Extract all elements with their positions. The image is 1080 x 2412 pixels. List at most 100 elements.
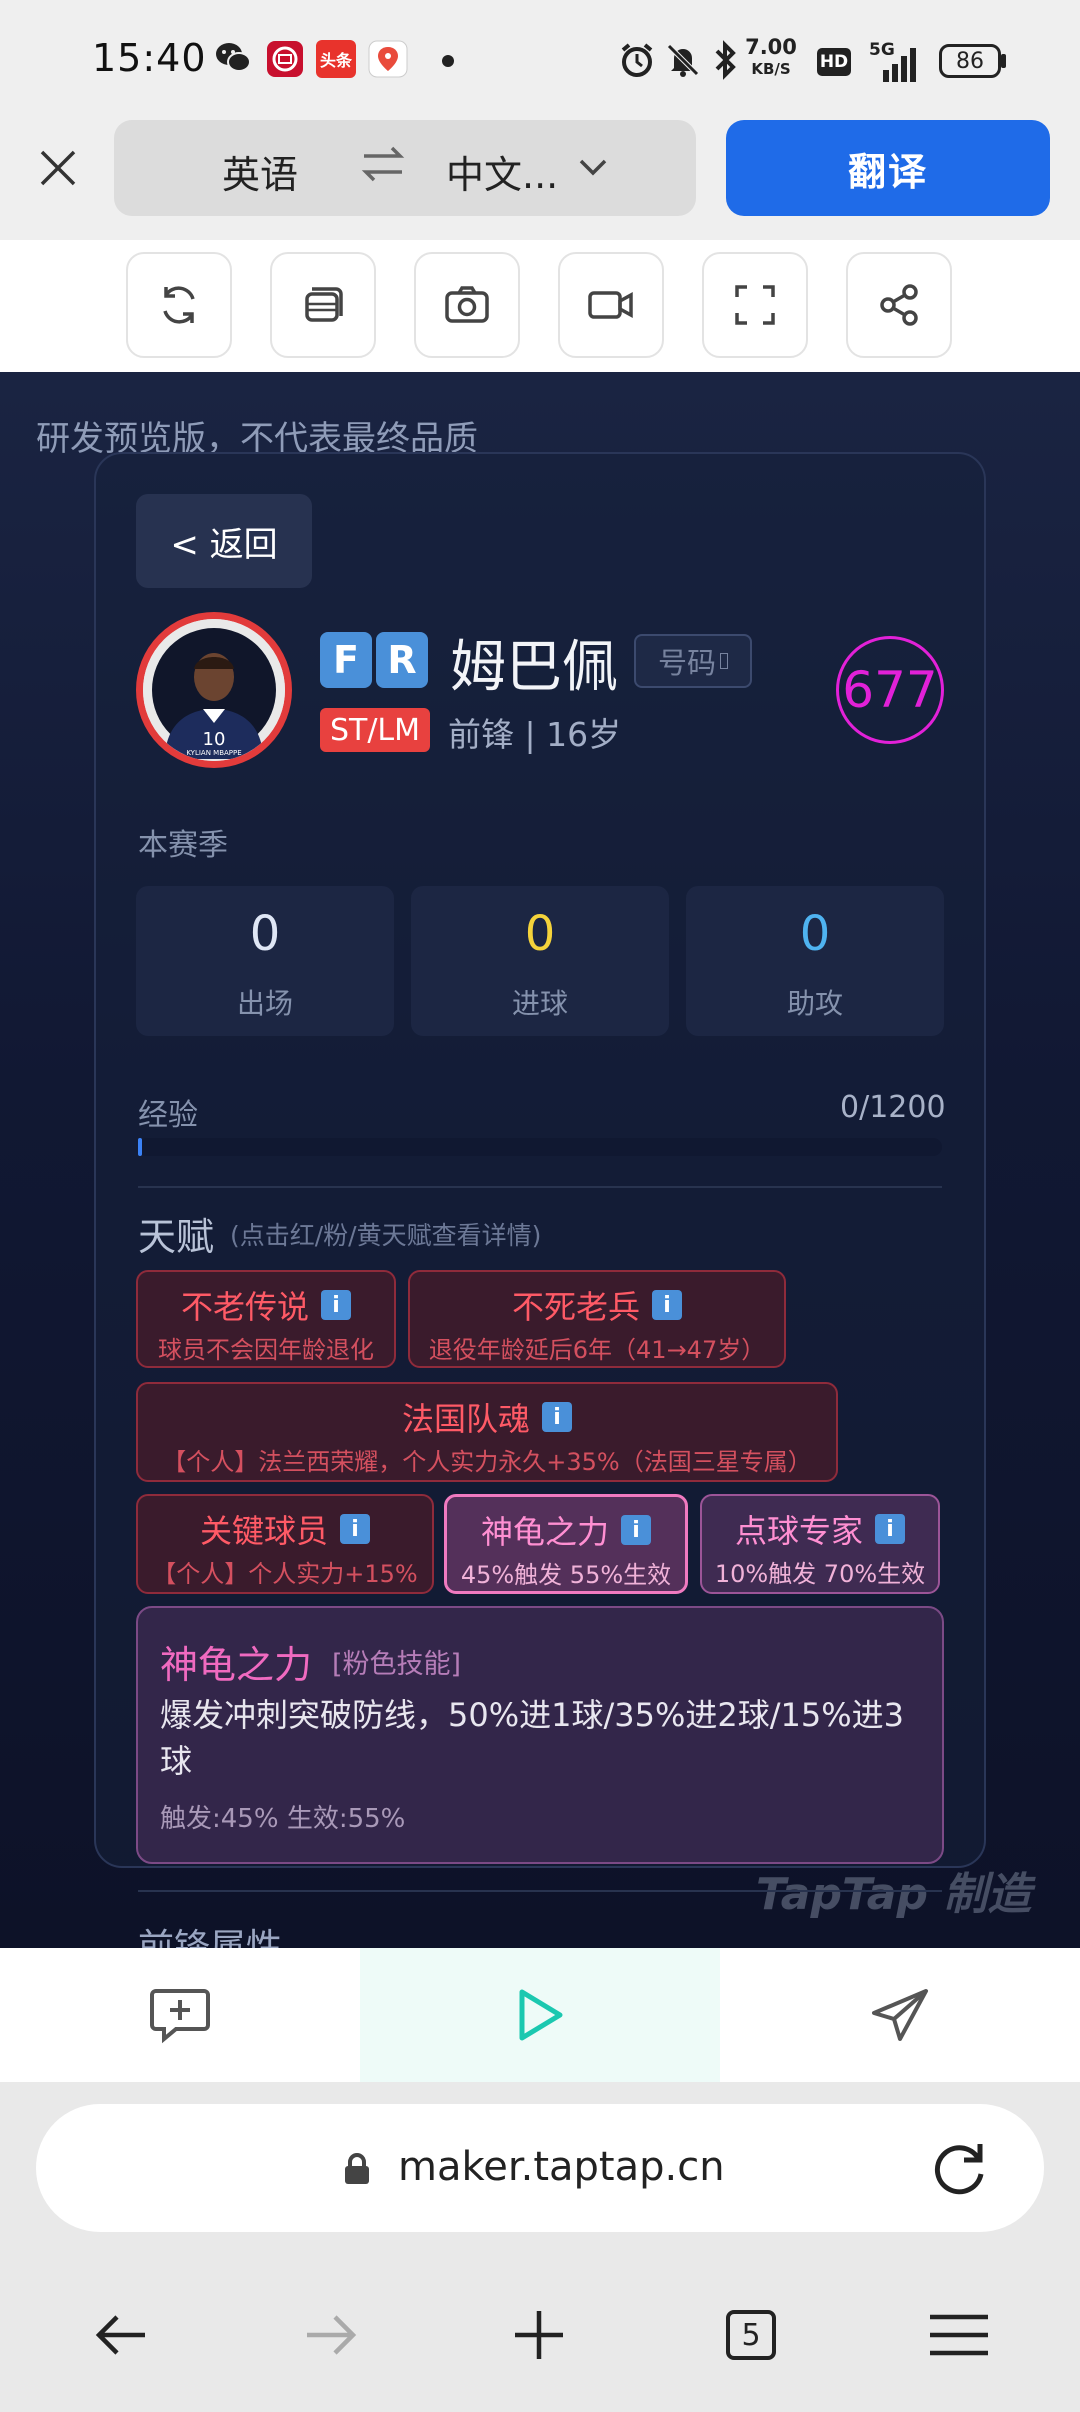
stat-value: 0 xyxy=(249,906,281,962)
talent-name-row: 神龟之力 i xyxy=(447,1507,685,1553)
talent-name-row: 点球专家 i xyxy=(702,1506,938,1552)
experience-value: 0/1200 xyxy=(840,1090,946,1125)
svg-text:KYLIAN MBAPPE: KYLIAN MBAPPE xyxy=(186,749,241,757)
talent-desc: 【个人】个人实力+15% xyxy=(152,1560,418,1588)
info-icon[interactable]: i xyxy=(621,1515,651,1545)
swap-icon[interactable] xyxy=(358,142,408,186)
jersey-number-tag[interactable]: 号码 xyxy=(634,634,752,688)
tab-count: 5 xyxy=(726,2310,776,2360)
signal-icon xyxy=(883,48,916,82)
stat-label: 助攻 xyxy=(786,987,843,1020)
reload-icon[interactable] xyxy=(928,2138,990,2200)
stat-value: 0 xyxy=(524,906,556,962)
nationality-badge: R xyxy=(376,632,428,688)
talent-chip[interactable]: 点球专家 i 10%触发 70%生效 xyxy=(700,1494,940,1594)
translate-button[interactable]: 翻译 xyxy=(726,120,1050,216)
talent-chip[interactable]: 法国队魂 i 【个人】法兰西荣耀，个人实力永久+35%（法国三星专属） xyxy=(136,1382,838,1482)
rating-circle: 677 xyxy=(836,636,944,744)
refresh-icon[interactable] xyxy=(126,252,232,358)
play-icon[interactable] xyxy=(360,1948,720,2082)
talent-name-row: 不死老兵 i xyxy=(410,1282,784,1328)
share-icon[interactable] xyxy=(846,252,952,358)
stat-value: 0 xyxy=(799,906,831,962)
talent-name: 不死老兵 xyxy=(511,1288,640,1326)
talent-name-row: 法国队魂 i xyxy=(138,1394,836,1440)
player-avatar[interactable]: 10 KYLIAN MBAPPE xyxy=(136,612,292,768)
player-photo: 10 KYLIAN MBAPPE xyxy=(143,619,285,761)
toutiao-icon: 头条 xyxy=(316,40,356,78)
bank-app-icon xyxy=(266,40,304,78)
maps-app-icon xyxy=(368,40,408,78)
season-label: 本赛季 xyxy=(138,828,228,863)
divider xyxy=(138,1186,942,1188)
nationality-badge: F xyxy=(320,632,372,688)
back-button[interactable]: < 返回 xyxy=(136,494,312,588)
info-icon[interactable]: i xyxy=(875,1514,905,1544)
experience-bar-fill xyxy=(138,1138,142,1156)
notification-dot-icon xyxy=(442,55,454,67)
copy-icon[interactable] xyxy=(270,252,376,358)
source-language[interactable]: 英语 xyxy=(222,144,298,199)
skill-name: 神龟之力 xyxy=(160,1643,313,1687)
talent-desc: 【个人】法兰西荣耀，个人实力永久+35%（法国三星专属） xyxy=(162,1448,812,1476)
role-age: 前锋 | 16岁 xyxy=(448,715,622,754)
hd-badge: HD xyxy=(817,48,851,76)
back-arrow-icon[interactable] xyxy=(76,2290,166,2380)
talent-name: 关键球员 xyxy=(199,1512,328,1550)
close-icon[interactable] xyxy=(30,140,86,196)
stat-label: 出场 xyxy=(236,987,293,1020)
missing-glyph-icon xyxy=(720,653,728,669)
bluetooth-icon xyxy=(715,40,736,80)
stat-appearances: 0 出场 xyxy=(136,886,394,1036)
lock-icon xyxy=(345,2153,369,2184)
position-badge: ST/LM xyxy=(320,708,430,752)
talent-chip[interactable]: 不死老兵 i 退役年龄延后6年（41→47岁） xyxy=(408,1270,786,1368)
status-time: 15:40 xyxy=(92,36,207,80)
url-text[interactable]: maker.taptap.cn xyxy=(398,2144,725,2190)
talent-chip[interactable]: 关键球员 i 【个人】个人实力+15% xyxy=(136,1494,434,1594)
talent-desc: 球员不会因年龄退化 xyxy=(158,1336,374,1364)
battery-indicator: 86 xyxy=(939,44,1001,78)
divider xyxy=(138,1890,942,1892)
mute-bell-icon xyxy=(667,44,699,77)
skill-type: [粉色技能] xyxy=(332,1649,462,1680)
status-right-group: 7.00 KB/S HD 5G 86 xyxy=(615,36,1015,84)
forward-arrow-icon xyxy=(286,2290,376,2380)
info-icon[interactable]: i xyxy=(652,1290,682,1320)
new-tab-plus-icon[interactable] xyxy=(494,2290,584,2380)
net-speed: 7.00 KB/S xyxy=(745,35,797,78)
stat-assists: 0 助攻 xyxy=(686,886,944,1036)
skill-stats: 触发:45% 生效:55% xyxy=(160,1804,406,1834)
talent-desc: 退役年龄延后6年（41→47岁） xyxy=(428,1336,766,1364)
menu-icon[interactable] xyxy=(914,2290,1004,2380)
talent-chip[interactable]: 不老传说 i 球员不会因年龄退化 xyxy=(136,1270,396,1368)
talent-chip-selected[interactable]: 神龟之力 i 45%触发 55%生效 xyxy=(444,1494,688,1594)
info-icon[interactable]: i xyxy=(321,1290,351,1320)
video-icon[interactable] xyxy=(558,252,664,358)
tab-switcher[interactable]: 5 xyxy=(706,2290,796,2380)
talent-title: 天赋 xyxy=(138,1215,215,1259)
talent-name: 不老传说 xyxy=(180,1288,309,1326)
talent-name-row: 关键球员 i xyxy=(138,1506,432,1552)
talent-name: 神龟之力 xyxy=(480,1513,609,1551)
info-icon[interactable]: i xyxy=(542,1402,572,1432)
player-name: 姆巴佩 xyxy=(450,635,618,700)
info-icon[interactable]: i xyxy=(340,1514,370,1544)
wechat-icon xyxy=(214,40,252,76)
talent-hint: (点击红/粉/黄天赋查看详情) xyxy=(230,1221,542,1250)
chevron-down-icon[interactable] xyxy=(576,152,610,182)
experience-bar xyxy=(138,1138,942,1156)
stat-label: 进球 xyxy=(511,987,568,1020)
comment-add-icon[interactable] xyxy=(0,1948,360,2082)
camera-icon[interactable] xyxy=(414,252,520,358)
svg-text:10: 10 xyxy=(203,729,226,750)
send-icon[interactable] xyxy=(720,1948,1080,2082)
skill-description: 爆发冲刺突破防线，50%进1球/35%进2球/15%进3球 xyxy=(160,1696,905,1780)
stat-goals: 0 进球 xyxy=(411,886,669,1036)
alarm-icon xyxy=(621,43,653,77)
talent-desc: 45%触发 55%生效 xyxy=(460,1561,672,1589)
fullscreen-icon[interactable] xyxy=(702,252,808,358)
target-language[interactable]: 中文... xyxy=(446,144,558,199)
talent-name: 法国队魂 xyxy=(401,1400,530,1438)
talent-name-row: 不老传说 i xyxy=(138,1282,394,1328)
